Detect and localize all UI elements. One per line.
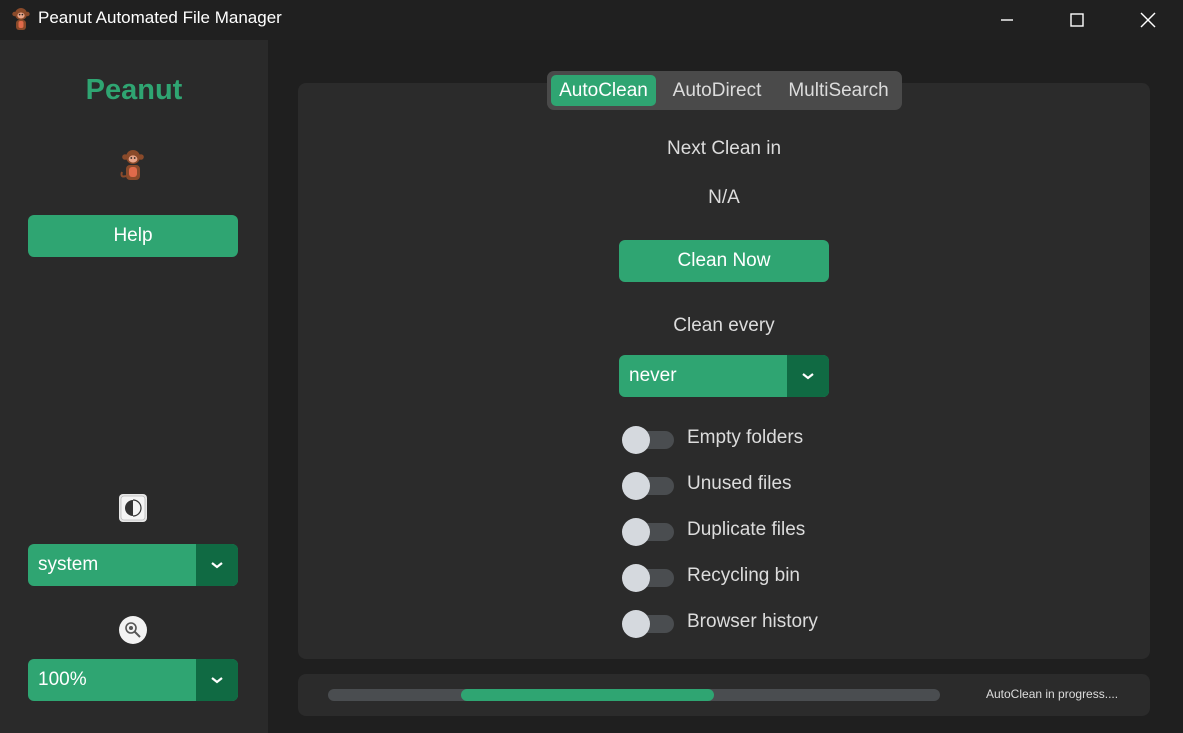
switch-label: Duplicate files	[687, 519, 806, 540]
switch-duplicate-files[interactable]: Duplicate files	[622, 517, 922, 546]
appearance-mode-value: system	[38, 554, 99, 575]
tab-autoclean[interactable]: AutoClean	[551, 75, 656, 106]
switch-label: Browser history	[687, 611, 818, 632]
switch-knob[interactable]	[622, 518, 650, 546]
scaling-arrow[interactable]	[196, 659, 238, 701]
switch-label: Unused files	[687, 473, 792, 494]
monkey-icon	[12, 8, 30, 30]
next-clean-value: N/A	[708, 187, 740, 208]
clean-every-arrow[interactable]	[787, 355, 829, 397]
switch-knob[interactable]	[622, 610, 650, 638]
minimize-button[interactable]	[972, 0, 1042, 40]
switch-knob[interactable]	[622, 426, 650, 454]
appearance-mode-arrow[interactable]	[196, 544, 238, 586]
tab-multisearch[interactable]: MultiSearch	[779, 75, 898, 106]
title-bar: Peanut Automated File Manager	[0, 0, 1183, 40]
switch-knob[interactable]	[622, 472, 650, 500]
clean-every-dropdown[interactable]: never	[619, 355, 829, 397]
appearance-mode-dropdown[interactable]: system	[28, 544, 238, 586]
tab-autodirect[interactable]: AutoDirect	[661, 75, 773, 106]
close-icon	[1140, 12, 1156, 28]
clean-now-button[interactable]: Clean Now	[619, 240, 829, 282]
chevron-down-icon	[211, 677, 223, 684]
progress-bar	[328, 689, 940, 701]
next-clean-label: Next Clean in	[666, 138, 782, 159]
switch-label: Recycling bin	[687, 565, 800, 586]
brand-title: Peanut	[85, 74, 183, 106]
maximize-button[interactable]	[1042, 0, 1112, 40]
switch-knob[interactable]	[622, 564, 650, 592]
close-button[interactable]	[1113, 0, 1183, 40]
monkey-icon	[120, 150, 144, 180]
switch-label: Empty folders	[687, 427, 804, 448]
theme-toggle-icon[interactable]	[118, 493, 148, 523]
progress-fill	[460, 689, 715, 701]
tab-bar: AutoClean AutoDirect MultiSearch	[547, 71, 902, 110]
status-text: AutoClean in progress....	[986, 687, 1119, 701]
scaling-dropdown[interactable]: 100%	[28, 659, 238, 701]
minimize-icon	[1001, 19, 1013, 21]
switch-recycling-bin[interactable]: Recycling bin	[622, 563, 922, 592]
maximize-icon	[1070, 13, 1084, 27]
sidebar: Peanut Help system 100%	[0, 40, 268, 733]
switch-browser-history[interactable]: Browser history	[622, 609, 922, 638]
scaling-value: 100%	[38, 669, 87, 690]
zoom-icon	[119, 616, 147, 644]
clean-every-value: never	[629, 365, 677, 386]
switch-empty-folders[interactable]: Empty folders	[622, 425, 922, 454]
window-title: Peanut Automated File Manager	[38, 8, 282, 27]
clean-every-label: Clean every	[673, 315, 775, 336]
chevron-down-icon	[802, 373, 814, 380]
switch-unused-files[interactable]: Unused files	[622, 471, 922, 500]
chevron-down-icon	[211, 562, 223, 569]
help-button[interactable]: Help	[28, 215, 238, 257]
